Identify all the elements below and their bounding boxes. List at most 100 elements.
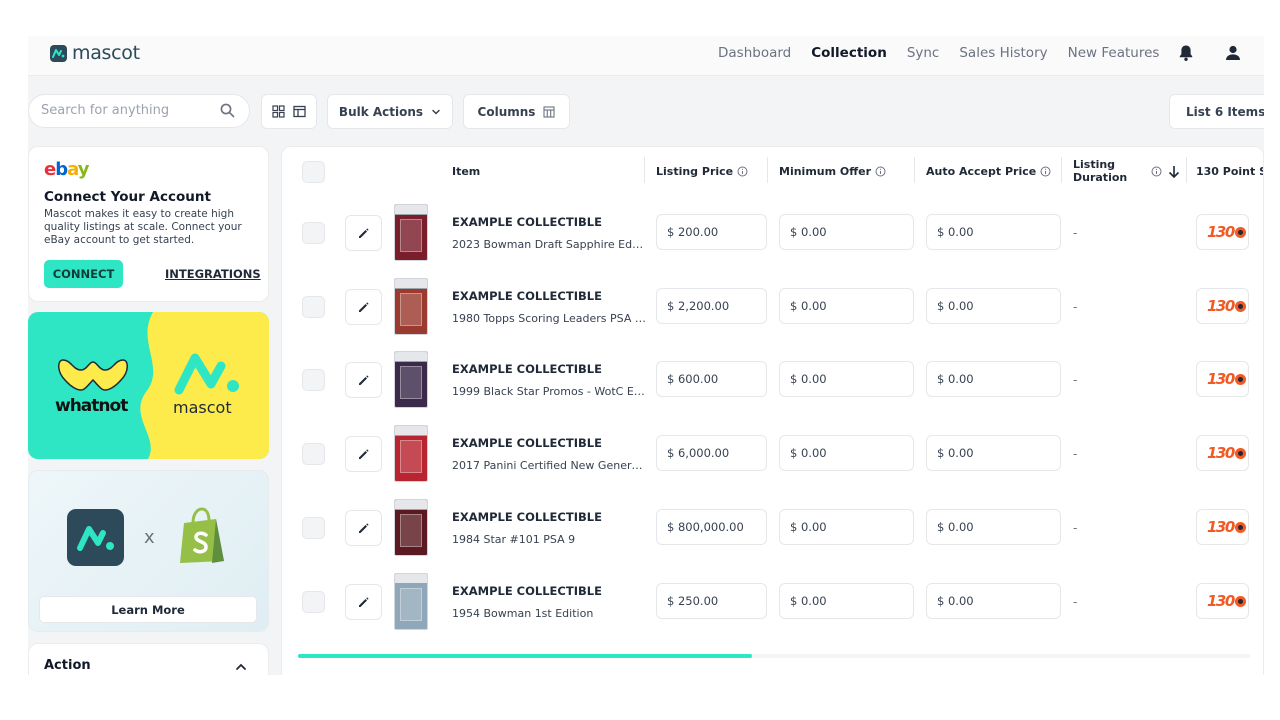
bulk-actions-button[interactable]: Bulk Actions (327, 94, 453, 129)
ebay-connect-card: ebay Connect Your Account Mascot makes i… (28, 146, 269, 302)
listing-price-input[interactable]: $ 200.00 (656, 214, 767, 250)
130-point-logo: 130 (1207, 297, 1235, 315)
bulk-actions-label: Bulk Actions (338, 104, 424, 119)
auto-accept-price-input[interactable]: $ 0.00 (926, 435, 1061, 471)
minimum-offer-input[interactable]: $ 0.00 (779, 509, 914, 545)
auto-accept-price-input[interactable]: $ 0.00 (926, 361, 1061, 397)
integrations-link[interactable]: INTEGRATIONS (165, 267, 261, 281)
mascot-logo[interactable]: mascot (50, 42, 140, 64)
table-row: EXAMPLE COLLECTIBLE 1984 Star #101 PSA 9… (282, 492, 1263, 565)
shopify-promo-card: x Learn More (28, 470, 269, 632)
auto-accept-price-input[interactable]: $ 0.00 (926, 509, 1061, 545)
row-checkbox[interactable] (302, 369, 325, 391)
edit-button[interactable] (345, 215, 382, 251)
edit-button[interactable] (345, 436, 382, 472)
action-accordion[interactable]: Action (28, 643, 269, 675)
card-thumbnail[interactable] (394, 278, 428, 335)
130-point-button[interactable]: 130 (1196, 288, 1249, 324)
130-point-button[interactable]: 130 (1196, 214, 1249, 250)
minimum-offer-input[interactable]: $ 0.00 (779, 288, 914, 324)
card-thumbnail[interactable] (394, 351, 428, 408)
nav-link-new-features[interactable]: New Features (1068, 45, 1160, 61)
card-thumbnail[interactable] (394, 425, 428, 482)
item-name: EXAMPLE COLLECTIBLE (452, 584, 602, 598)
columns-icon (543, 105, 556, 118)
item-name: EXAMPLE COLLECTIBLE (452, 436, 602, 450)
listing-price-input[interactable]: $ 800,000.00 (656, 509, 767, 545)
grid-view-icon[interactable] (272, 105, 285, 118)
whatnot-logo-icon (58, 359, 128, 391)
nav-link-sync[interactable]: Sync (907, 45, 940, 61)
auto-accept-price-input[interactable]: $ 0.00 (926, 288, 1061, 324)
column-divider (914, 157, 915, 183)
nav-link-dashboard[interactable]: Dashboard (718, 45, 791, 61)
table-row: EXAMPLE COLLECTIBLE 2017 Panini Certifie… (282, 418, 1263, 491)
header-listing-duration[interactable]: Listing Duration (1073, 158, 1135, 184)
list-items-button[interactable]: List 6 Items (1169, 94, 1264, 129)
sort-down-arrow-icon[interactable] (1168, 165, 1180, 179)
card-thumbnail[interactable] (394, 499, 428, 556)
pencil-icon (359, 522, 369, 533)
edit-button[interactable] (345, 362, 382, 398)
listing-price-input[interactable]: $ 2,200.00 (656, 288, 767, 324)
user-icon[interactable] (1223, 43, 1243, 63)
minimum-offer-input[interactable]: $ 0.00 (779, 214, 914, 250)
row-checkbox[interactable] (302, 517, 325, 539)
edit-button[interactable] (345, 510, 382, 546)
minimum-offer-input[interactable]: $ 0.00 (779, 435, 914, 471)
130-point-dot-icon (1234, 521, 1246, 533)
row-checkbox[interactable] (302, 296, 325, 318)
minimum-offer-input[interactable]: $ 0.00 (779, 361, 914, 397)
search-placeholder: Search for anything (41, 103, 170, 118)
nav-link-collection[interactable]: Collection (811, 45, 887, 61)
130-point-button[interactable]: 130 (1196, 435, 1249, 471)
columns-button[interactable]: Columns (463, 94, 570, 129)
connect-button[interactable]: CONNECT (44, 260, 123, 288)
table-row: EXAMPLE COLLECTIBLE 1999 Black Star Prom… (282, 344, 1263, 417)
minimum-offer-input[interactable]: $ 0.00 (779, 583, 914, 619)
edit-button[interactable] (345, 584, 382, 620)
search-input[interactable]: Search for anything (28, 94, 250, 128)
select-all-checkbox[interactable] (302, 161, 325, 183)
listing-duration-value: - (1073, 595, 1078, 609)
card-thumbnail[interactable] (394, 204, 428, 261)
item-description: 2023 Bowman Draft Sapphire Edition (452, 238, 646, 251)
nav-link-sales-history[interactable]: Sales History (959, 45, 1047, 61)
130-point-logo: 130 (1207, 592, 1235, 610)
bell-icon[interactable] (1176, 43, 1196, 63)
pencil-icon (359, 227, 369, 238)
info-icon (737, 166, 748, 177)
row-checkbox[interactable] (302, 443, 325, 465)
table-view-icon[interactable] (293, 105, 306, 118)
auto-accept-price-input[interactable]: $ 0.00 (926, 583, 1061, 619)
header-130-point[interactable]: 130 Point S (1196, 165, 1263, 178)
mascot-logo-icon (50, 44, 67, 62)
search-icon[interactable] (220, 103, 235, 118)
header-minimum-offer[interactable]: Minimum Offer (779, 165, 886, 178)
header-listing-price[interactable]: Listing Price (656, 165, 748, 178)
scrollbar-thumb[interactable] (298, 654, 753, 658)
edit-button[interactable] (345, 289, 382, 325)
table-row: EXAMPLE COLLECTIBLE 1980 Topps Scoring L… (282, 271, 1263, 344)
row-checkbox[interactable] (302, 591, 325, 613)
chevron-up-icon[interactable] (235, 661, 247, 673)
learn-more-button[interactable]: Learn More (39, 596, 257, 623)
card-thumbnail[interactable] (394, 573, 428, 630)
column-divider (767, 157, 768, 183)
whatnot-promo-banner[interactable]: whatnot mascot (28, 312, 269, 459)
mascot-app-icon (67, 509, 124, 566)
listing-price-input[interactable]: $ 6,000.00 (656, 435, 767, 471)
header-auto-accept-price[interactable]: Auto Accept Price (926, 165, 1051, 178)
listing-price-input[interactable]: $ 600.00 (656, 361, 767, 397)
row-checkbox[interactable] (302, 222, 325, 244)
column-divider (1186, 157, 1187, 183)
130-point-button[interactable]: 130 (1196, 509, 1249, 545)
listing-price-input[interactable]: $ 250.00 (656, 583, 767, 619)
auto-accept-price-input[interactable]: $ 0.00 (926, 214, 1061, 250)
130-point-button[interactable]: 130 (1196, 361, 1249, 397)
130-point-dot-icon (1234, 300, 1246, 312)
horizontal-scrollbar[interactable] (298, 654, 1250, 658)
130-point-dot-icon (1234, 595, 1246, 607)
header-item[interactable]: Item (452, 165, 480, 178)
130-point-button[interactable]: 130 (1196, 583, 1249, 619)
